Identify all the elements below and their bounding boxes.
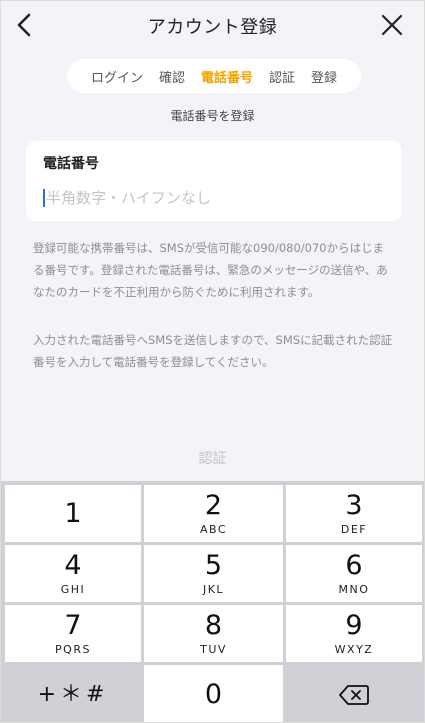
key-3[interactable]: 3 DEF [286,485,422,542]
section-title: 電話番号を登録 [170,109,255,123]
key-8[interactable]: 8 TUV [144,605,283,662]
key-letters: JKL [202,583,225,596]
key-letters: TUV [200,643,227,656]
key-2[interactable]: 2 ABC [144,485,283,542]
key-symbols-label: +＊# [37,681,109,707]
page-title: アカウント登録 [147,17,278,38]
phone-label: 電話番号 [43,156,99,172]
step-login: ログイン [90,70,143,86]
text-caret [43,189,45,207]
key-letters: GHI [60,583,86,596]
key-letters: MNO [338,583,370,596]
key-0[interactable]: 0 [144,665,283,722]
phone-input-wrap [43,187,383,209]
key-digit: 2 [204,490,223,521]
key-9[interactable]: 9 WXYZ [286,605,422,662]
step-confirm: 確認 [158,70,185,86]
key-5[interactable]: 5 JKL [144,545,283,602]
key-symbols[interactable]: +＊# [5,665,141,722]
key-letters: PQRS [55,643,91,656]
numeric-keypad: 1 2 ABC 3 DEF 4 GHI 5 JKL 6 MNO 7 PQRS 8 [1,481,424,722]
app-screen: アカウント登録 ログイン 確認 電話番号 認証 登録 電話番号を登録 電話番号 … [0,0,425,723]
phone-note: 登録可能な携帯番号は、SMSが受信可能な090/080/070からはじまる番号で… [33,241,388,299]
close-icon [381,14,403,36]
back-button[interactable] [11,11,39,39]
key-backspace[interactable] [286,665,422,722]
key-4[interactable]: 4 GHI [5,545,141,602]
verify-button[interactable]: 認証 [1,448,424,468]
key-letters: ABC [199,523,228,536]
close-button[interactable] [378,11,406,39]
key-7[interactable]: 7 PQRS [5,605,141,662]
key-digit: 8 [204,610,223,641]
key-digit: 4 [64,550,82,581]
key-letters: WXYZ [334,643,374,656]
key-1[interactable]: 1 [5,485,141,542]
key-digit: 3 [345,490,363,521]
step-indicator: ログイン 確認 電話番号 認証 登録 [67,59,361,93]
header: アカウント登録 [1,1,424,51]
sms-note: 入力された電話番号へSMSを送信しますので、SMSに記載された認証番号を入力して… [33,333,393,369]
step-verify: 認証 [269,70,296,86]
step-phone: 電話番号 [200,70,253,86]
key-letters: DEF [340,523,368,536]
key-digit: 6 [345,550,363,581]
phone-card: 電話番号 [26,141,402,221]
key-6[interactable]: 6 MNO [286,545,422,602]
chevron-left-icon [17,13,31,37]
key-digit: 7 [64,610,82,641]
step-register: 登録 [311,70,338,86]
key-digit: 0 [204,678,223,710]
backspace-icon [339,684,369,705]
key-digit: 1 [64,497,82,529]
key-digit: 9 [345,610,363,641]
phone-input[interactable] [46,187,376,209]
key-digit: 5 [204,550,223,581]
